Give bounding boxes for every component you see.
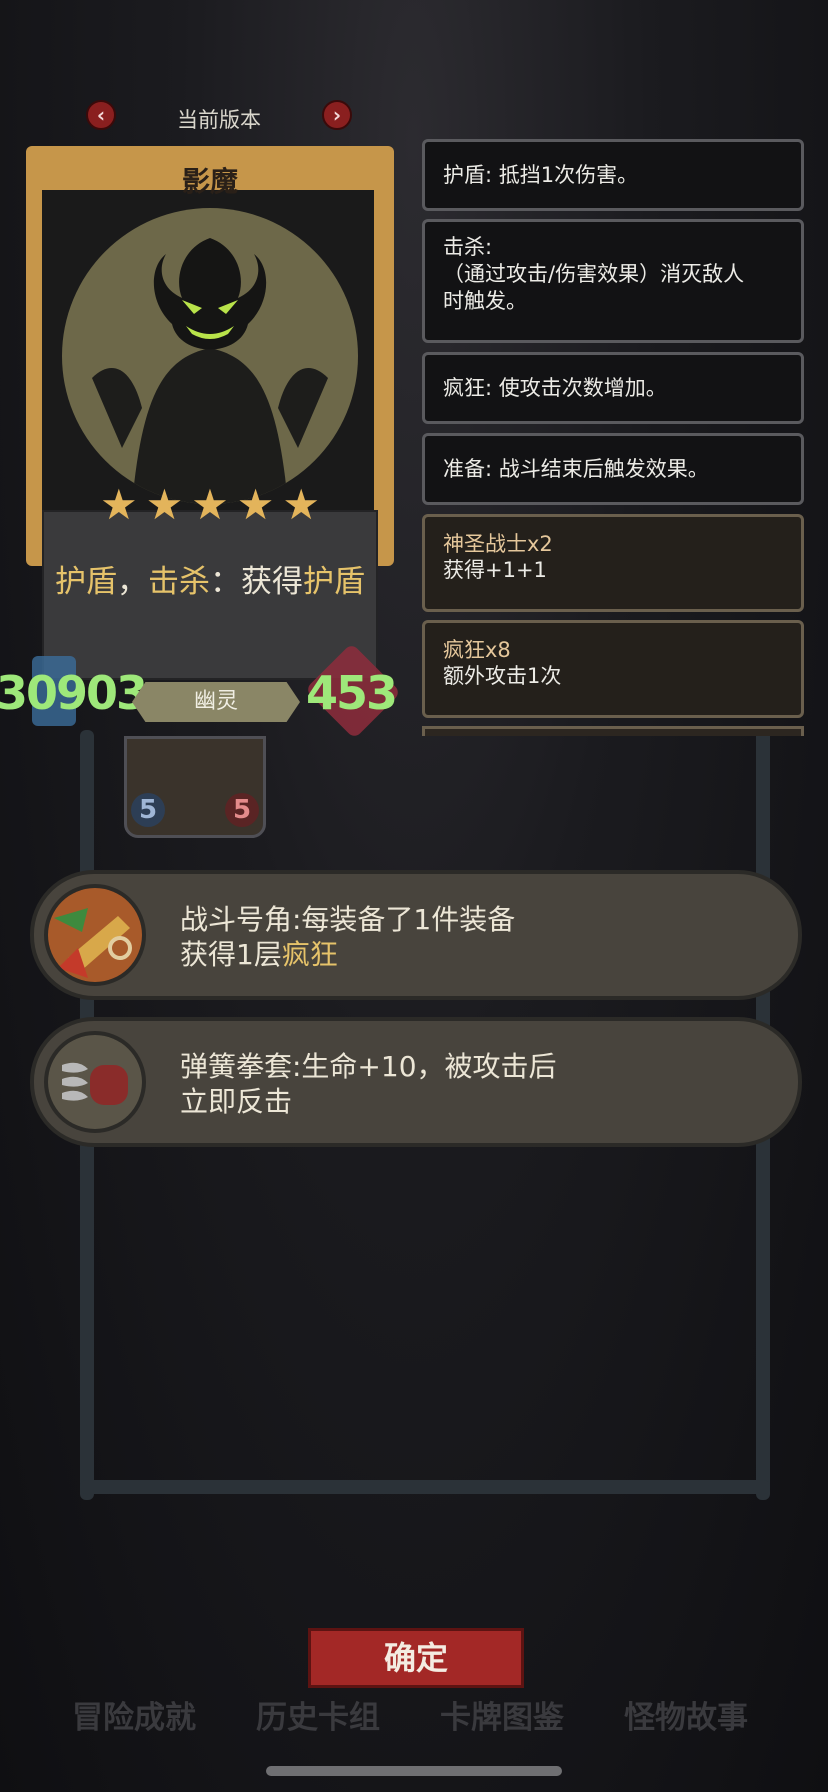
tab-history-decks[interactable]: 历史卡组 xyxy=(256,1692,380,1737)
synergy-effect: 额外攻击1次 xyxy=(443,664,562,688)
equipment-line: 战斗号角:每装备了1件装备 xyxy=(180,903,516,936)
tab-adventure-achievements[interactable]: 冒险成就 xyxy=(72,1692,196,1737)
synergy-title: 疯狂x8 xyxy=(443,638,511,662)
keyword-text: （通过攻击/伤害效果）消灭敌人 xyxy=(443,262,745,286)
equipment-line: 弹簧拳套:生命+10，被攻击后 xyxy=(180,1050,557,1083)
frame-bottom xyxy=(80,1480,770,1494)
equipment-line: 获得1层疯狂 xyxy=(180,938,338,971)
mini-card[interactable]: 5 5 xyxy=(124,736,266,838)
keyword-shield: 护盾: 抵挡1次伤害。 xyxy=(422,139,804,211)
keyword-text: 准备: 战斗结束后触发效果。 xyxy=(443,457,709,481)
home-indicator[interactable] xyxy=(266,1766,562,1776)
chevron-left-icon[interactable]: ‹ xyxy=(86,100,116,130)
star-icon: ★ xyxy=(100,480,138,529)
tab-monster-stories[interactable]: 怪物故事 xyxy=(624,1692,748,1737)
star-icon: ★ xyxy=(145,480,184,529)
card-name: 影魔 xyxy=(181,165,238,198)
keyword-text: 疯狂: 使攻击次数增加。 xyxy=(443,376,667,400)
synergy-effect: 获得+1+1 xyxy=(443,558,547,582)
chevron-right-icon[interactable]: › xyxy=(322,100,352,130)
version-label: 当前版本 xyxy=(177,108,261,132)
spring-glove-icon xyxy=(44,1031,146,1133)
mini-card-attack: 5 xyxy=(131,793,165,827)
synergy-panel-partial xyxy=(422,726,804,736)
version-selector: ‹ 当前版本 › xyxy=(86,100,352,132)
bottom-tab-bar: 冒险成就 历史卡组 卡牌图鉴 怪物故事 xyxy=(0,1692,828,1736)
mini-card-hp: 5 xyxy=(225,793,259,827)
card-description-box: 护盾，击杀：获得护盾 xyxy=(42,510,378,680)
equipment-spring-glove[interactable]: 弹簧拳套:生命+10，被攻击后 立即反击 xyxy=(30,1017,802,1147)
type-banner: 幽灵 xyxy=(132,682,300,722)
keyword-text: 护盾: 抵挡1次伤害。 xyxy=(443,163,639,187)
star-icon: ★ xyxy=(282,480,320,529)
keyword-kill: 击杀: （通过攻击/伤害效果）消灭敌人 时触发。 xyxy=(422,219,804,343)
shadow-demon-portrait xyxy=(62,208,358,504)
star-icon: ★ xyxy=(191,480,229,529)
equipment-text: 弹簧拳套:生命+10，被攻击后 立即反击 xyxy=(180,1049,557,1119)
synergy-frenzy: 疯狂x8 额外攻击1次 xyxy=(422,620,804,718)
synergy-holy-warrior: 神圣战士x2 获得+1+1 xyxy=(422,514,804,612)
synergy-title: 神圣战士x2 xyxy=(443,532,553,556)
attack-value: 30903 xyxy=(0,666,148,720)
monster-card: 影魔 护盾，击杀：获得护盾 ★ ★ ★ ★ ★ 30903 幽灵 453 xyxy=(0,146,402,740)
keyword-frenzy: 疯狂: 使攻击次数增加。 xyxy=(422,352,804,424)
confirm-button[interactable]: 确定 xyxy=(308,1628,524,1688)
equipment-text: 战斗号角:每装备了1件装备 获得1层疯狂 xyxy=(180,902,515,972)
war-horn-icon xyxy=(44,884,146,986)
tab-card-gallery[interactable]: 卡牌图鉴 xyxy=(440,1692,564,1737)
star-rating: ★ ★ ★ ★ ★ xyxy=(100,484,320,526)
equipment-war-horn[interactable]: 战斗号角:每装备了1件装备 获得1层疯狂 xyxy=(30,870,802,1000)
card-description: 护盾，击杀：获得护盾 xyxy=(55,564,365,600)
keyword-text: 时触发。 xyxy=(443,289,527,313)
equipment-line: 立即反击 xyxy=(180,1085,293,1118)
hp-value: 453 xyxy=(305,666,398,720)
keyword-prepare: 准备: 战斗结束后触发效果。 xyxy=(422,433,804,505)
keyword-title: 击杀: xyxy=(443,235,493,259)
star-icon: ★ xyxy=(236,480,275,529)
